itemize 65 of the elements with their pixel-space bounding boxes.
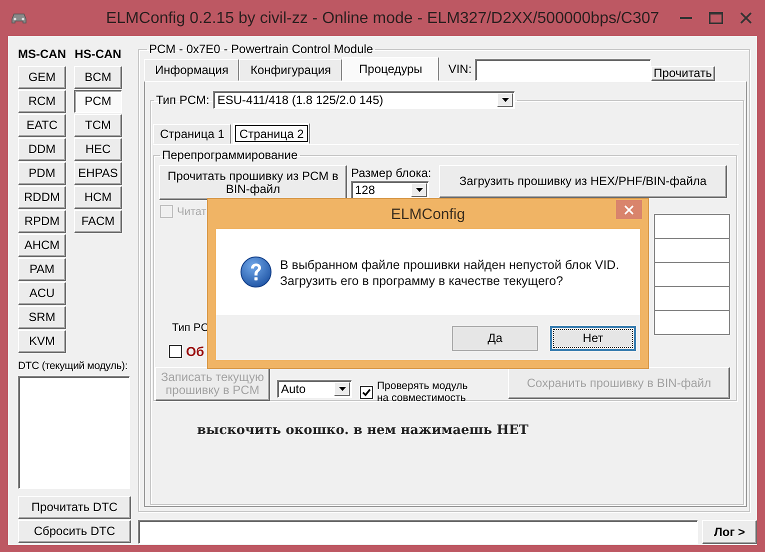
log-field[interactable] <box>138 520 698 544</box>
group-title: PCM - 0x7E0 - Powertrain Control Module <box>148 42 374 56</box>
module-button[interactable]: RCM <box>18 90 66 113</box>
module-button[interactable]: PDM <box>18 162 66 185</box>
close-button[interactable] <box>616 200 642 219</box>
close-icon <box>740 12 752 24</box>
dialog-button[interactable]: Нет <box>550 326 636 351</box>
caret-icon <box>338 387 346 391</box>
annotation-text: выскочить окошко. в нем нажимаешь НЕТ <box>197 423 530 438</box>
tab[interactable]: Процедуры <box>342 57 440 81</box>
module-button[interactable]: SRM <box>18 306 66 329</box>
checkbox-label: Проверять модуль на совместимость <box>377 380 469 404</box>
dialog-title: ELMConfig <box>390 206 466 222</box>
app-icon <box>10 11 28 25</box>
module-button[interactable]: PCM <box>74 90 122 113</box>
group-title: Перепрограммирование <box>161 148 299 162</box>
module-button[interactable]: KVM <box>18 330 66 353</box>
tab[interactable]: Конфигурация <box>239 59 342 81</box>
close-icon <box>624 204 634 214</box>
dtc-list[interactable] <box>18 376 130 489</box>
module-button[interactable]: TCM <box>74 114 122 137</box>
window-title: ELMConfig 0.2.15 by civil-zz - Online mode - ELM327/D2XX/500000bps/C307 <box>106 9 660 28</box>
tab[interactable]: Информация <box>144 59 240 81</box>
block-size-combo[interactable]: 128 <box>351 181 429 199</box>
checkbox-label: Читат <box>177 206 206 218</box>
module-button[interactable]: AHCM <box>18 234 66 257</box>
dtc-button[interactable]: Сбросить DTC <box>18 520 131 543</box>
dialog-message: В выбранном файле прошивки найден непустой блок VID. Загрузить его в программу в качестве текущего? <box>280 257 620 289</box>
question-icon <box>240 256 272 288</box>
checkbox[interactable] <box>360 386 373 398</box>
module-button[interactable]: ACU <box>18 282 66 305</box>
field-label: Размер блока: <box>351 166 429 181</box>
bus-header: HS-CAN <box>74 46 122 60</box>
read-button[interactable]: Прочитать <box>650 66 715 81</box>
pcm-type-combo[interactable]: ESU-411/418 (1.8 125/2.0 145) <box>213 91 516 109</box>
caret-icon <box>416 188 422 192</box>
module-button[interactable]: BCM <box>74 66 122 89</box>
module-button[interactable]: RPDM <box>18 210 66 233</box>
dialog-button[interactable]: Да <box>452 326 538 351</box>
minimize-icon <box>680 17 692 19</box>
vin-field[interactable] <box>474 59 651 81</box>
tab[interactable]: Страница 2 <box>233 123 310 144</box>
module-button[interactable]: HCM <box>74 186 122 209</box>
log-button[interactable]: Лог > <box>702 520 757 544</box>
read-firmware-button[interactable]: Прочитать прошивку из PCM в BIN-файл <box>159 165 347 200</box>
module-button[interactable]: EHPAS <box>74 162 122 185</box>
field-label: Тип PCM: <box>156 93 210 107</box>
module-button[interactable]: RDDM <box>18 186 66 209</box>
caret-icon <box>502 98 509 102</box>
module-button[interactable]: HEC <box>74 138 122 161</box>
load-firmware-button[interactable]: Загрузить прошивку из HEX/PHF/BIN-файла <box>439 165 727 198</box>
module-button[interactable]: GEM <box>18 66 66 89</box>
maximize-icon <box>709 12 723 24</box>
mode-combo[interactable]: Auto <box>277 380 352 398</box>
module-button[interactable]: DDM <box>18 138 66 161</box>
checkbox[interactable] <box>169 345 182 358</box>
module-button[interactable]: FACM <box>74 210 122 233</box>
dtc-label: DTC (текущий модуль): <box>18 360 129 374</box>
checkbox-label: Об <box>186 344 204 359</box>
module-button[interactable]: EATC <box>18 114 66 137</box>
vin-label: VIN: <box>448 62 472 76</box>
dtc-button[interactable]: Прочитать DTC <box>18 496 131 519</box>
tab[interactable]: Страница 1 <box>153 124 232 144</box>
bus-header: MS-CAN <box>18 46 66 60</box>
module-button[interactable]: PAM <box>18 258 66 281</box>
